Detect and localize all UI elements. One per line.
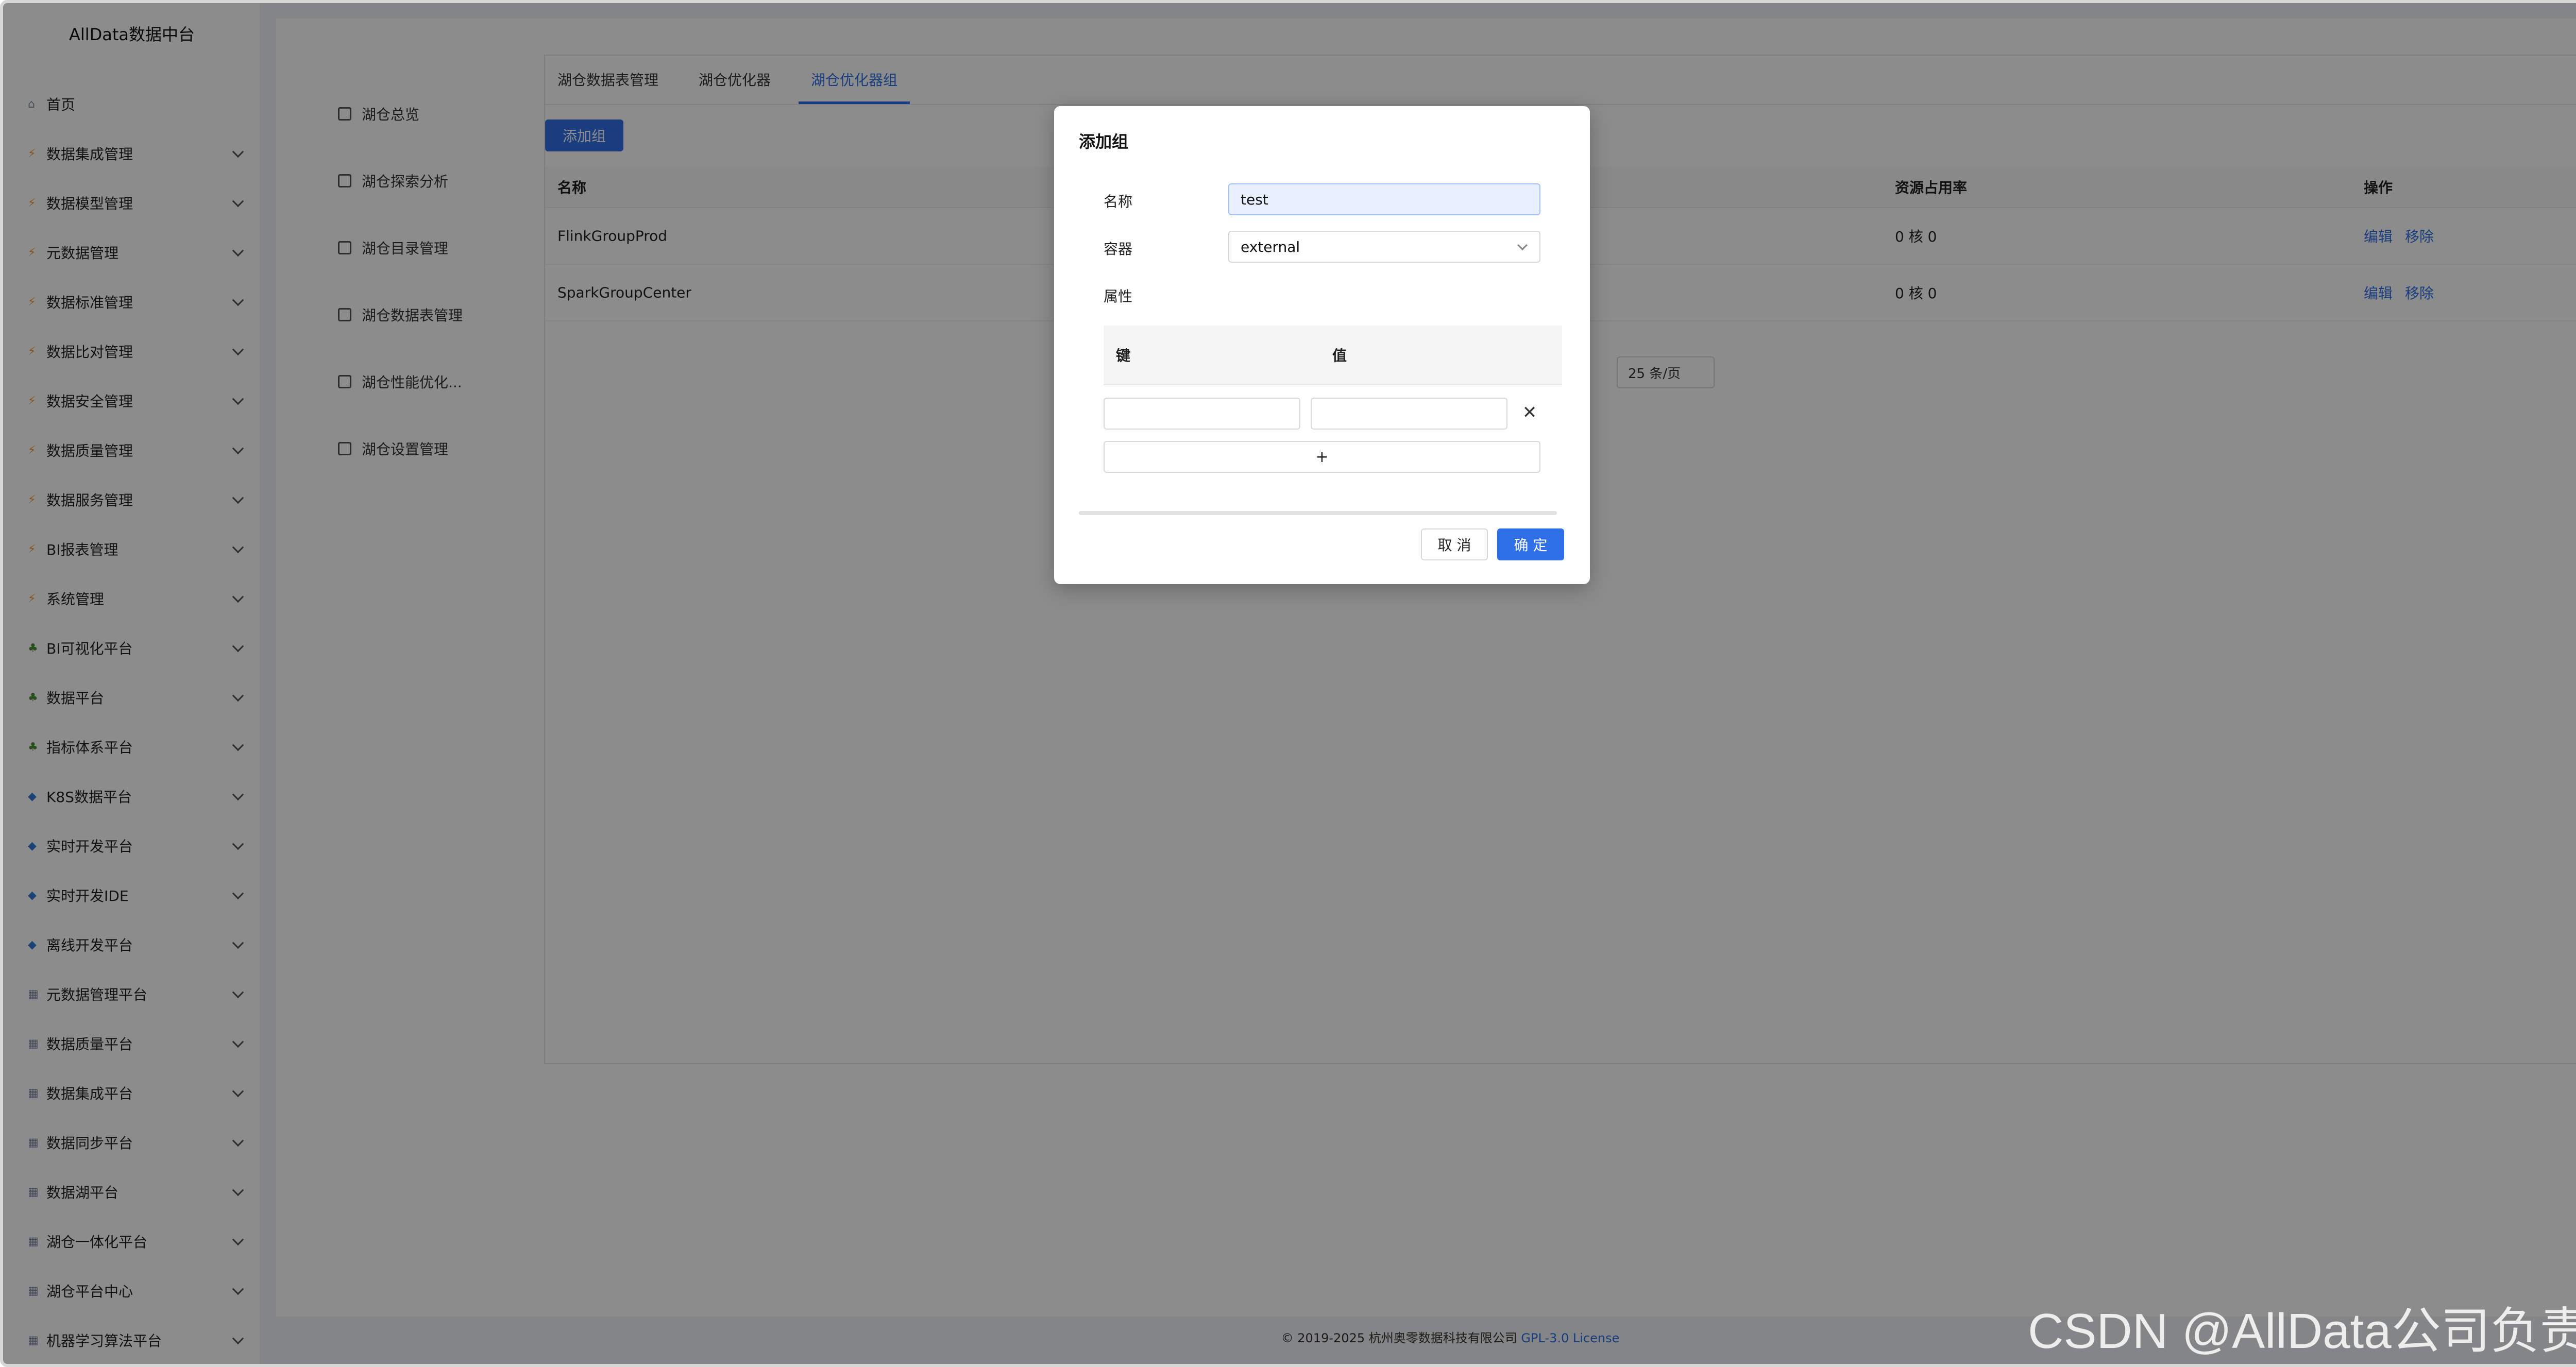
property-key-input[interactable] <box>1104 398 1300 430</box>
properties-label: 属性 <box>1104 288 1133 305</box>
cancel-button[interactable]: 取 消 <box>1421 528 1488 560</box>
app-window: AllData数据中台 ⌂ 首页 ⚡ 数据集成管理 ⚡ 数据模型管理 ⚡ 元数据管理 ⚡ 数据标准… <box>0 0 2576 1367</box>
value-header: 值 <box>1332 347 1347 364</box>
watermark: CSDN @AllData公司负责人 <box>2028 1304 2576 1359</box>
name-label: 名称 <box>1104 193 1133 210</box>
confirm-button[interactable]: 确 定 <box>1497 528 1564 560</box>
horizontal-scrollbar[interactable] <box>1079 511 1557 515</box>
name-input[interactable]: test <box>1228 183 1540 215</box>
chevron-down-icon <box>1517 240 1528 251</box>
add-property-button[interactable]: + <box>1104 441 1540 473</box>
properties-table-header: 键 值 <box>1104 326 1562 385</box>
container-select[interactable]: external <box>1228 231 1540 263</box>
name-input-value: test <box>1241 191 1268 208</box>
property-value-input[interactable] <box>1311 398 1507 430</box>
dialog-title: 添加组 <box>1079 132 1129 151</box>
container-select-value: external <box>1241 238 1300 255</box>
container-label: 容器 <box>1104 241 1133 258</box>
close-icon[interactable]: ✕ <box>1516 399 1544 426</box>
key-header: 键 <box>1116 347 1131 364</box>
add-group-dialog: 添加组 名称 test 容器 external 属性 键 值 ✕ + 取 消 确… <box>1054 106 1590 584</box>
